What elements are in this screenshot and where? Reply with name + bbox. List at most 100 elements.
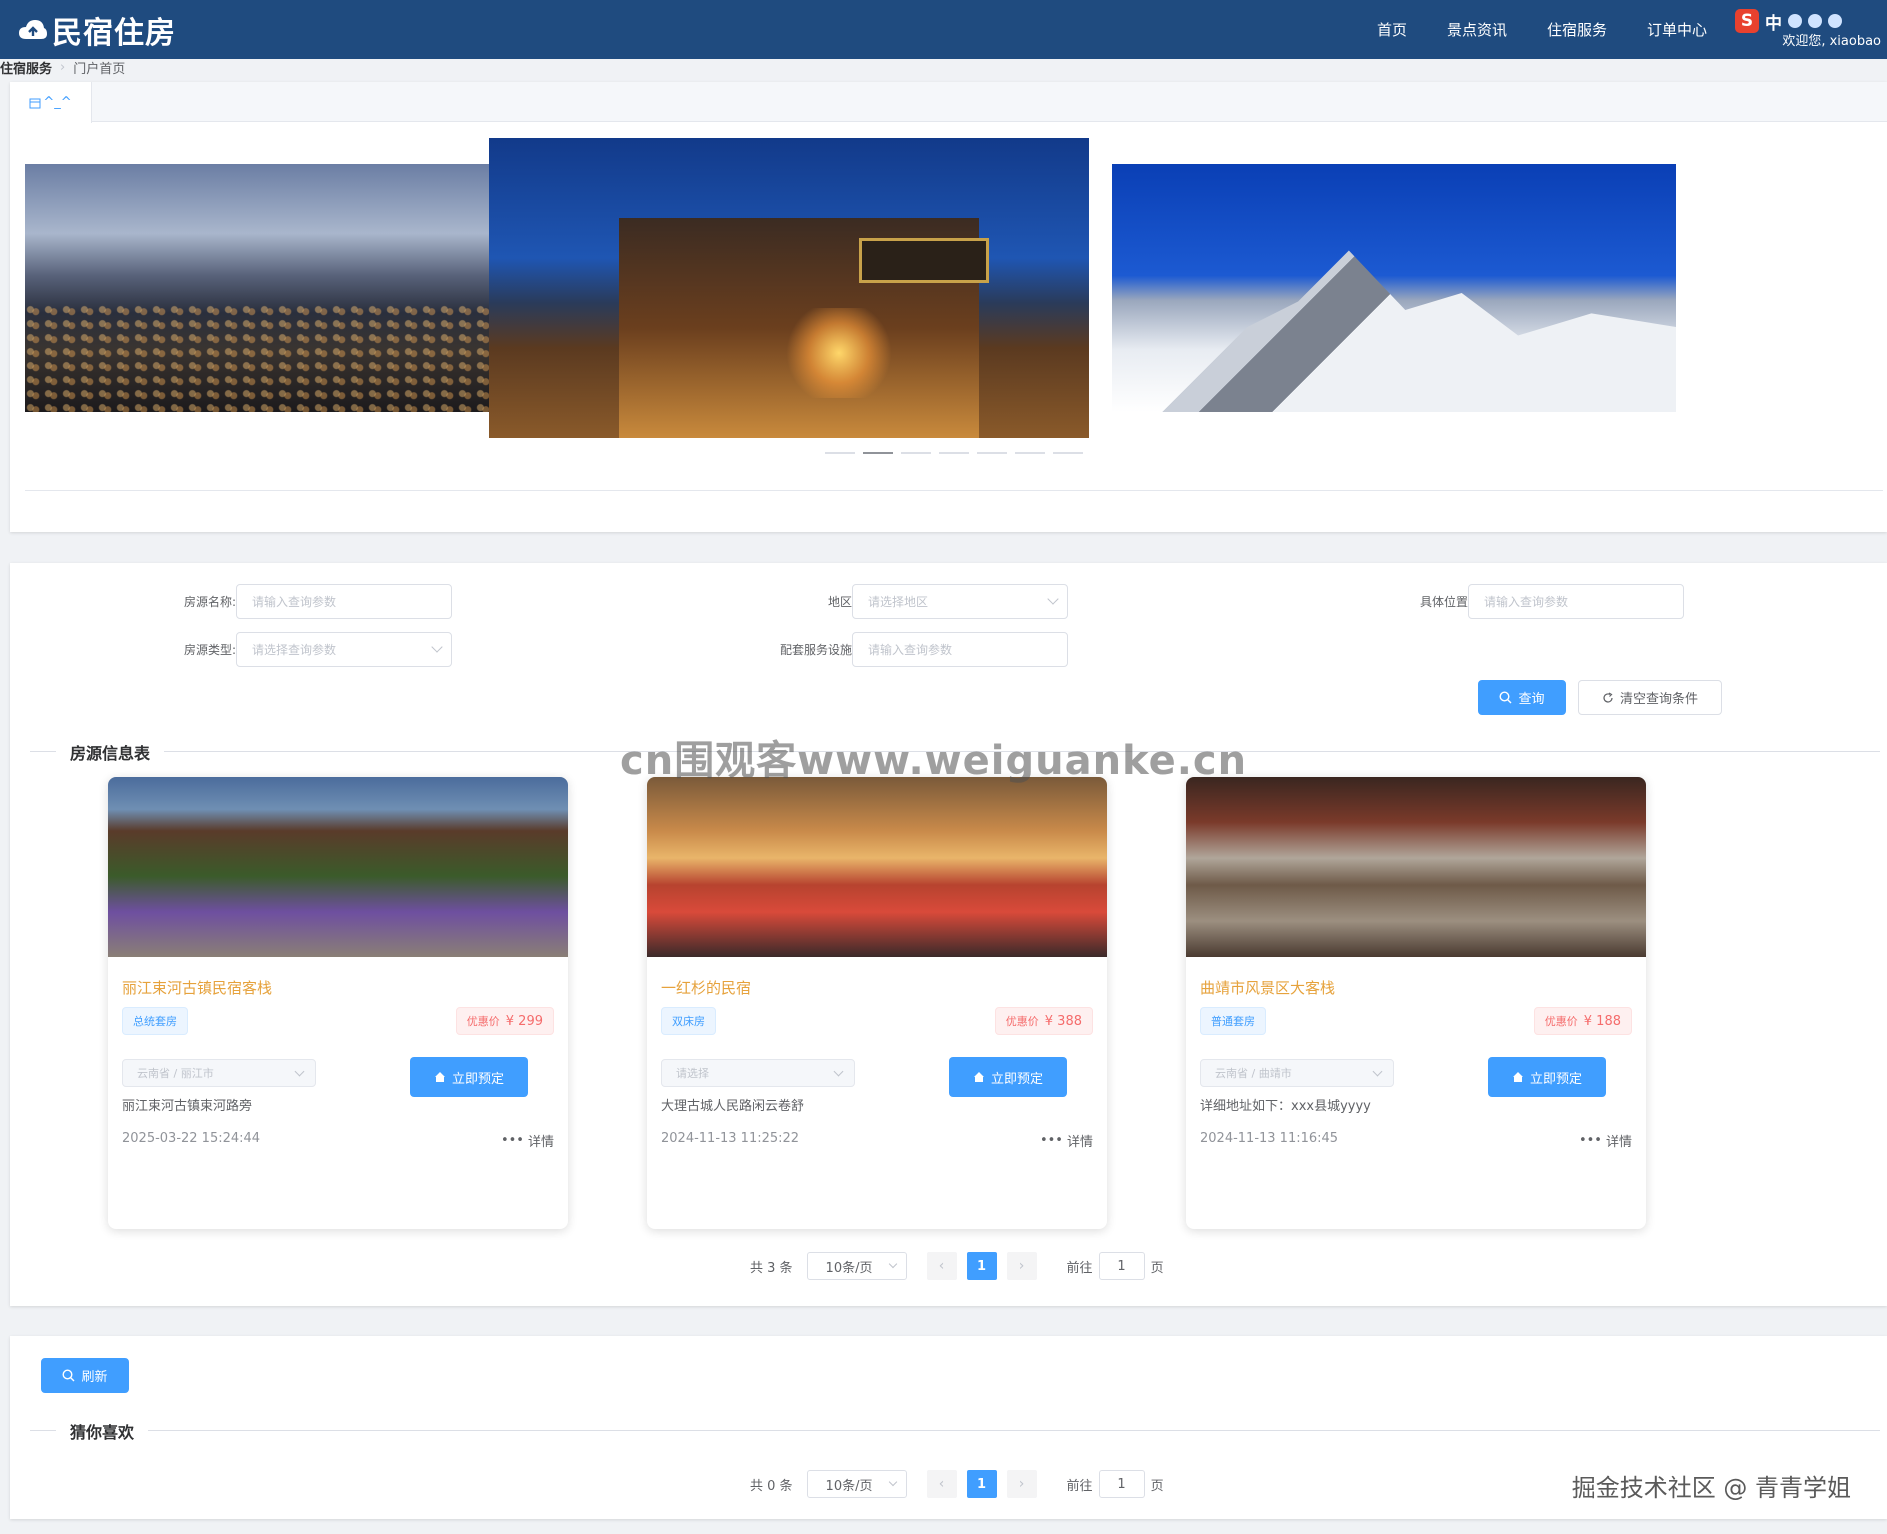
price-tag: 优惠价 ¥ 188 <box>1533 1007 1632 1035</box>
chevron-down-icon <box>888 1477 897 1487</box>
page-size-select[interactable]: 10条/页 <box>806 1252 907 1280</box>
clear-button[interactable]: 清空查询条件 <box>1578 680 1722 715</box>
room-name[interactable]: 丽江束河古镇民宿客栈 <box>122 977 272 998</box>
detail-link[interactable]: ••• 详情 <box>1040 1131 1093 1150</box>
chevron-down-icon <box>833 1066 844 1077</box>
location-input[interactable]: 请输入查询参数 <box>1468 584 1684 619</box>
book-now-button[interactable]: 立即预定 <box>410 1057 528 1097</box>
carousel-dot[interactable] <box>1053 452 1083 454</box>
carousel-panel: ^_^ <box>10 82 1887 532</box>
carousel-slide-snow-mountain[interactable] <box>1112 164 1676 412</box>
chevron-down-icon <box>294 1066 305 1077</box>
more-icon: ••• <box>1039 1133 1063 1148</box>
nav-home[interactable]: 首页 <box>1377 19 1407 40</box>
more-icon: ••• <box>500 1133 524 1148</box>
nav-orders[interactable]: 订单中心 <box>1647 19 1707 40</box>
watermark-text: cn围观客www.weiguanke.cn <box>620 738 1248 784</box>
detail-link[interactable]: ••• 详情 <box>1579 1131 1632 1150</box>
name-input[interactable]: 请输入查询参数 <box>236 584 452 619</box>
goto-page-input[interactable]: 1 <box>1098 1470 1145 1498</box>
user-greeting[interactable]: 欢迎您, xiaobao <box>1782 30 1881 49</box>
search-icon <box>62 1369 75 1382</box>
page-size-value: 10条/页 <box>825 1478 873 1494</box>
room-created-time: 2025-03-22 15:24:44 <box>122 1131 261 1146</box>
room-photo[interactable] <box>647 777 1107 957</box>
brand-logo[interactable]: 民宿住房 <box>18 10 176 51</box>
facilities-input[interactable]: 请输入查询参数 <box>852 632 1068 667</box>
book-label: 立即预定 <box>990 1071 1043 1087</box>
region-placeholder: 请选择地区 <box>868 595 929 609</box>
home-icon <box>973 1072 984 1082</box>
carousel-dot[interactable] <box>901 452 931 454</box>
book-now-button[interactable]: 立即预定 <box>1488 1057 1606 1097</box>
goto-unit: 页 <box>1150 1478 1164 1494</box>
page-number-active[interactable]: 1 <box>966 1470 997 1498</box>
room-address: 详细地址如下：xxx县城yyyy <box>1200 1099 1371 1114</box>
field-label-location: 具体位置: <box>1419 595 1472 609</box>
carousel-dot[interactable] <box>939 452 969 454</box>
query-label: 查询 <box>1518 692 1545 707</box>
keyboard-icon <box>1808 14 1822 28</box>
carousel-slide-town-night[interactable] <box>25 164 500 412</box>
tab-carousel[interactable]: ^_^ <box>10 82 92 123</box>
goto-page-input[interactable]: 1 <box>1098 1252 1145 1280</box>
room-address: 丽江束河古镇束河路旁 <box>122 1099 253 1114</box>
listing-panel: 房源名称: 请输入查询参数 地区: 请选择地区 具体位置: 请输入查询参数 房源… <box>10 563 1887 1306</box>
refresh-button[interactable]: 刷新 <box>41 1358 129 1393</box>
room-type-tag: 双床房 <box>661 1007 716 1035</box>
book-now-button[interactable]: 立即预定 <box>949 1057 1067 1097</box>
room-created-time: 2024-11-13 11:25:22 <box>661 1131 800 1146</box>
type-select[interactable]: 请选择查询参数 <box>236 632 452 667</box>
refresh-label: 刷新 <box>81 1370 108 1385</box>
prev-page-button[interactable]: ‹ <box>926 1470 957 1498</box>
next-page-button[interactable]: › <box>1006 1470 1037 1498</box>
sogou-icon: S <box>1735 9 1759 33</box>
ime-lang: 中 <box>1765 13 1782 34</box>
query-button[interactable]: 查询 <box>1478 680 1566 715</box>
room-card[interactable]: 一红杉的民宿 双床房 优惠价 ¥ 388 请选择 立即预定 大理古城人民路闲云卷舒… <box>647 777 1107 1229</box>
moon-icon <box>1788 14 1802 28</box>
divider <box>25 490 1883 491</box>
chevron-down-icon <box>431 641 443 653</box>
price-value: ¥ 299 <box>505 1013 543 1029</box>
breadcrumb-item-lodging[interactable]: 住宿服务 <box>0 58 52 77</box>
price-tag: 优惠价 ¥ 388 <box>994 1007 1093 1035</box>
room-name[interactable]: 一红杉的民宿 <box>661 977 751 998</box>
chevron-down-icon <box>1047 593 1059 605</box>
region-value: 云南省 / 曲靖市 <box>1215 1067 1292 1080</box>
region-cascader: 云南省 / 丽江市 <box>122 1059 316 1087</box>
next-page-button[interactable]: › <box>1006 1252 1037 1280</box>
room-photo[interactable] <box>1186 777 1646 957</box>
field-label-region: 地区: <box>827 595 856 609</box>
price-value: ¥ 188 <box>1583 1013 1621 1029</box>
carousel-slide-inn-facade[interactable] <box>489 138 1089 438</box>
top-navbar: 民宿住房 首页 景点资讯 住宿服务 订单中心 S 中 欢迎您, xiaobao <box>0 0 1887 59</box>
carousel-dot[interactable] <box>825 452 855 454</box>
main-nav: 首页 景点资讯 住宿服务 订单中心 <box>1377 0 1707 59</box>
carousel-dot-active[interactable] <box>863 452 893 454</box>
detail-label: 详情 <box>1066 1135 1093 1150</box>
breadcrumb: 住宿服务 › 门户首页 <box>0 58 125 77</box>
goto-label: 前往 <box>1066 1260 1093 1276</box>
nav-attractions[interactable]: 景点资讯 <box>1447 19 1507 40</box>
prev-page-button[interactable]: ‹ <box>926 1252 957 1280</box>
detail-link[interactable]: ••• 详情 <box>501 1131 554 1150</box>
room-card[interactable]: 曲靖市风景区大客栈 普通套房 优惠价 ¥ 188 云南省 / 曲靖市 立即预定 详… <box>1186 777 1646 1229</box>
page-size-select[interactable]: 10条/页 <box>806 1470 907 1498</box>
section-title-listing: 房源信息表 <box>56 740 165 764</box>
region-cascader: 云南省 / 曲靖市 <box>1200 1059 1394 1087</box>
price-tag: 优惠价 ¥ 299 <box>455 1007 554 1035</box>
chevron-right-icon: › <box>60 59 66 75</box>
brand-title: 民宿住房 <box>52 16 176 51</box>
page-number-active[interactable]: 1 <box>966 1252 997 1280</box>
book-label: 立即预定 <box>1529 1071 1582 1087</box>
carousel-dot[interactable] <box>977 452 1007 454</box>
nav-lodging[interactable]: 住宿服务 <box>1547 19 1607 40</box>
tab-bar: ^_^ <box>10 82 1887 123</box>
room-name[interactable]: 曲靖市风景区大客栈 <box>1200 977 1335 998</box>
region-select[interactable]: 请选择地区 <box>852 584 1068 619</box>
credit-text: 掘金技术社区 @ 青青学姐 <box>1571 1474 1851 1502</box>
room-card[interactable]: 丽江束河古镇民宿客栈 总统套房 优惠价 ¥ 299 云南省 / 丽江市 立即预定 … <box>108 777 568 1229</box>
carousel-dot[interactable] <box>1015 452 1045 454</box>
room-photo[interactable] <box>108 777 568 957</box>
